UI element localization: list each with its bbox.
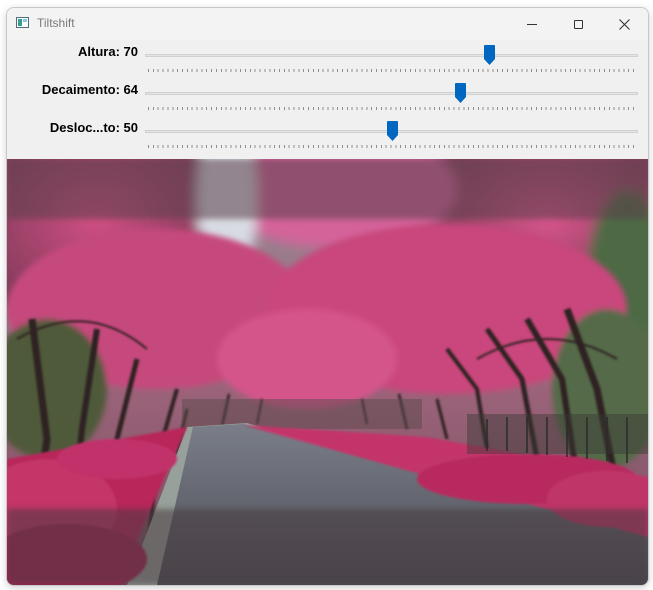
slider-thumb-deslocamento[interactable] <box>386 121 398 141</box>
slider-track-altura[interactable] <box>145 54 638 57</box>
slider-row-decaimento: Decaimento: 64 <box>7 80 648 114</box>
slider-label-decaimento: Decaimento: 64 <box>41 82 138 97</box>
slider-thumb-altura[interactable] <box>483 45 495 65</box>
close-button[interactable] <box>601 8 647 40</box>
slider-label-deslocamento: Desloc...to: 50 <box>49 120 138 135</box>
slider-ticks-decaimento <box>148 107 635 110</box>
slider-ticks-deslocamento <box>148 145 635 148</box>
maximize-button[interactable] <box>555 8 601 40</box>
slider-thumb-decaimento[interactable] <box>454 83 466 103</box>
slider-track-decaimento[interactable] <box>145 92 638 95</box>
slider-label-altura: Altura: 70 <box>78 44 138 59</box>
minimize-button[interactable] <box>509 8 555 40</box>
controls-panel: Altura: 70 Decaimento: 64 Desloc...to: 5… <box>7 40 648 159</box>
app-window-icon <box>16 17 29 28</box>
title-bar[interactable]: Tiltshift <box>7 8 648 40</box>
tiltshift-preview-image <box>7 159 648 585</box>
slider-row-altura: Altura: 70 <box>7 42 648 76</box>
minimize-icon <box>527 23 537 25</box>
app-window: Tiltshift Altura: 70 Decaimento: 64 Desl… <box>6 7 649 586</box>
slider-ticks-altura <box>148 69 635 72</box>
slider-row-deslocamento: Desloc...to: 50 <box>7 118 648 152</box>
maximize-icon <box>573 19 583 29</box>
window-title: Tiltshift <box>37 16 75 30</box>
close-icon <box>618 18 630 30</box>
